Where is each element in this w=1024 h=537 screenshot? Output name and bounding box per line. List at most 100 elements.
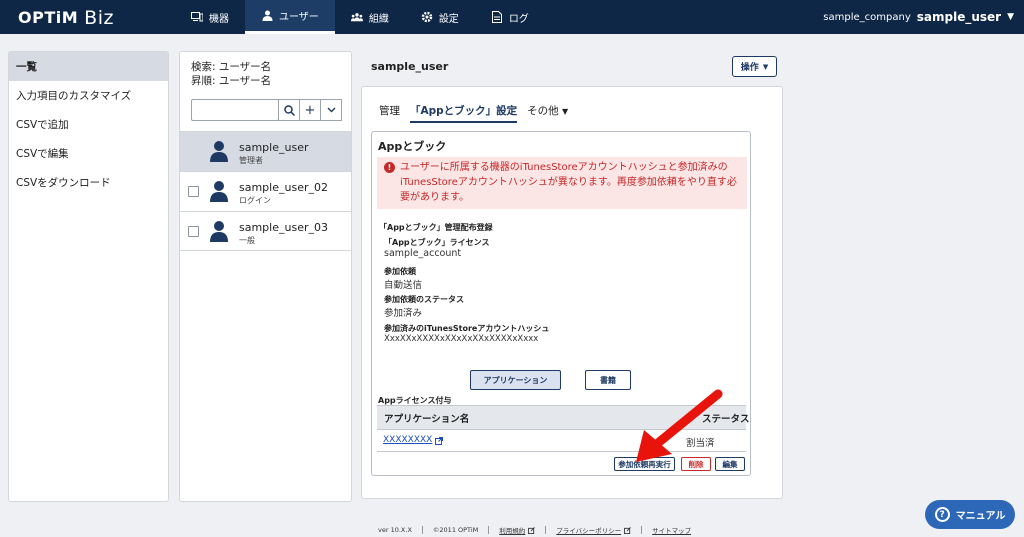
user-role: 管理者 <box>239 156 263 165</box>
user-role: 一般 <box>239 236 255 245</box>
tab-management[interactable]: 管理 <box>379 101 400 123</box>
user-name: sample_user_03 <box>239 221 328 234</box>
books-button[interactable]: 書籍 <box>585 370 631 390</box>
app-link[interactable]: XXXXXXXX <box>383 435 444 445</box>
menu-item-customize[interactable]: 入力項目のカスタマイズ <box>9 81 168 110</box>
top-navbar: OPTiM Biz 機器 ユーザー 組織 設定 ログ sample_company… <box>0 0 1024 34</box>
operations-label: 操作 <box>740 63 759 73</box>
nav-logs[interactable]: ログ <box>475 0 545 34</box>
divider <box>488 526 490 534</box>
organization-icon <box>350 11 363 23</box>
user-name: sample_user_02 <box>239 181 328 194</box>
version-text: ver 10.X.X <box>378 526 412 534</box>
column-app-name: アプリケーション名 <box>384 414 470 425</box>
terms-link[interactable]: 利用規約 <box>499 525 536 535</box>
license-label: 「Appとブック」ライセンス <box>384 238 490 247</box>
invite-value: 自動送信 <box>384 280 423 291</box>
user-avatar-icon <box>210 181 228 202</box>
side-menu: 一覧 入力項目のカスタマイズ CSVで追加 CSVで編集 CSVをダウンロード <box>8 51 169 502</box>
menu-item-csv-download[interactable]: CSVをダウンロード <box>9 168 168 197</box>
operations-button[interactable]: 操作 ▼ <box>732 56 777 77</box>
account-username: sample_user <box>916 10 1002 24</box>
nav-devices-label: 機器 <box>209 13 229 25</box>
user-name: sample_user <box>239 141 309 154</box>
section-title: Appとブック <box>378 140 447 153</box>
user-list: sample_user 管理者 sample_user_02 ログイン samp… <box>180 131 351 251</box>
search-button[interactable] <box>278 99 300 121</box>
nav-logs-label: ログ <box>508 13 529 25</box>
error-icon: ! <box>384 162 395 173</box>
tab-other-label: その他 <box>527 105 559 117</box>
company-name: sample_company <box>823 11 911 23</box>
manual-label: マニュアル <box>955 511 1006 522</box>
license-value: sample_account <box>384 248 462 259</box>
user-avatar-icon <box>210 141 228 162</box>
account-menu[interactable]: sample_company sample_user ▼ <box>823 10 1014 24</box>
list-item[interactable]: sample_user_02 ログイン <box>180 171 351 211</box>
caret-down-icon: ▼ <box>562 107 569 116</box>
app-link-text: XXXXXXXX <box>383 435 433 445</box>
add-user-button[interactable]: + <box>299 99 321 121</box>
plus-icon: + <box>304 102 316 118</box>
row-checkbox[interactable] <box>188 186 199 197</box>
divider <box>641 526 643 534</box>
nav-organization[interactable]: 組織 <box>335 0 405 34</box>
sitemap-link[interactable]: サイトマップ <box>652 525 691 535</box>
applications-button[interactable]: アプリケーション <box>470 370 561 390</box>
log-icon <box>491 11 503 23</box>
user-list-panel: 検索: ユーザー名 昇順: ユーザー名 + sample_user 管理者 sa… <box>179 51 352 502</box>
annotation-arrow <box>636 389 723 462</box>
gear-icon <box>421 11 433 23</box>
app-logo[interactable]: OPTiM Biz <box>18 6 114 29</box>
invite-status-value: 参加済み <box>384 308 423 319</box>
page-title: sample_user <box>371 60 449 73</box>
manual-button[interactable]: ? マニュアル <box>925 500 1015 529</box>
nav-settings-label: 設定 <box>438 13 459 25</box>
detail-tabs: 管理 「Appとブック」設定 その他 ▼ <box>379 101 578 123</box>
tab-apps-books[interactable]: 「Appとブック」設定 <box>410 101 518 123</box>
nav-users-label: ユーザー <box>279 12 319 23</box>
list-filter-info: 検索: ユーザー名 昇順: ユーザー名 <box>191 60 271 88</box>
invite-status-label: 参加依頼のステータス <box>384 295 464 304</box>
list-item[interactable]: sample_user_03 一般 <box>180 211 351 251</box>
external-link-icon <box>435 437 444 445</box>
chevron-down-icon <box>327 107 335 113</box>
hash-label: 参加済みのiTunesStoreアカウントハッシュ <box>384 324 550 333</box>
search-input[interactable] <box>191 99 279 121</box>
chevron-down-icon: ▼ <box>1007 12 1014 22</box>
list-item[interactable]: sample_user 管理者 <box>180 131 351 171</box>
error-alert-text: ユーザーに所属する機器のiTunesStoreアカウントハッシュと参加済みのiT… <box>400 162 737 203</box>
tab-other[interactable]: その他 ▼ <box>527 101 568 123</box>
registration-header: 「Appとブック」管理配布登録 <box>379 223 493 232</box>
invite-label: 参加依頼 <box>384 267 416 276</box>
menu-item-csv-add[interactable]: CSVで追加 <box>9 110 168 139</box>
row-checkbox[interactable] <box>188 226 199 237</box>
footer: ver 10.X.X ©2011 OPTiM 利用規約 プライバシーポリシー サ… <box>378 525 691 535</box>
help-icon: ? <box>934 507 950 522</box>
chevron-down-icon: ▼ <box>762 62 769 71</box>
nav-devices[interactable]: 機器 <box>175 0 245 34</box>
external-link-icon <box>528 526 536 534</box>
hash-value: XxxXXxXXXXxXXxXxXXxXXXXxXxxx <box>384 334 539 344</box>
external-link-icon <box>624 526 631 534</box>
divider <box>545 526 547 534</box>
user-icon <box>261 10 273 22</box>
search-criteria: 検索: ユーザー名 <box>191 61 272 73</box>
menu-item-csv-edit[interactable]: CSVで編集 <box>9 139 168 168</box>
terms-link-label: 利用規約 <box>499 527 526 535</box>
main-nav: 機器 ユーザー 組織 設定 ログ <box>175 0 545 34</box>
nav-users[interactable]: ユーザー <box>245 0 335 34</box>
user-avatar-icon <box>210 221 228 242</box>
sort-criteria: 昇順: ユーザー名 <box>191 75 272 87</box>
device-icon <box>191 11 203 23</box>
privacy-link[interactable]: プライバシーポリシー <box>556 525 631 535</box>
menu-item-list[interactable]: 一覧 <box>9 52 168 81</box>
nav-settings[interactable]: 設定 <box>405 0 475 34</box>
nav-organization-label: 組織 <box>368 13 389 25</box>
privacy-link-label: プライバシーポリシー <box>556 527 622 535</box>
search-icon <box>283 104 295 116</box>
filter-dropdown-button[interactable] <box>320 99 342 121</box>
copyright-text: ©2011 OPTiM <box>432 526 479 534</box>
user-role: ログイン <box>239 196 271 205</box>
divider <box>421 526 423 534</box>
